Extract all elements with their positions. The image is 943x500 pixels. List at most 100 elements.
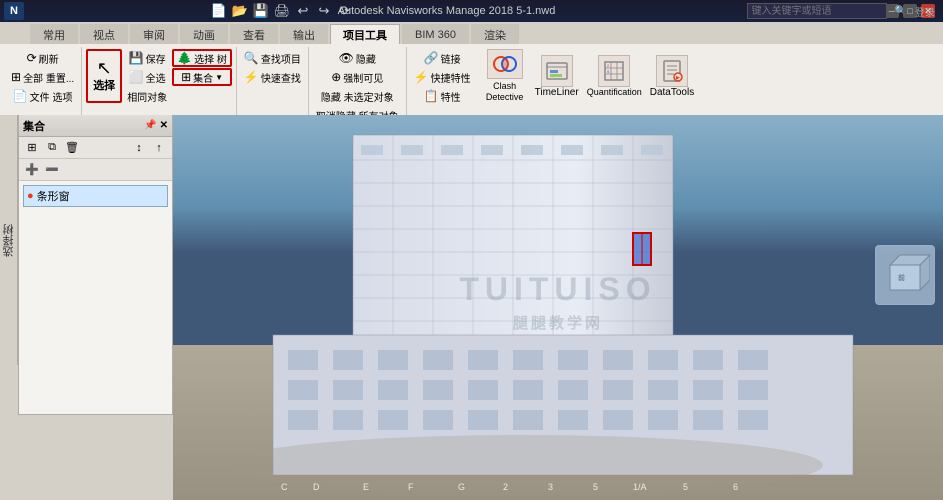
- sets-delete-btn[interactable]: 🗑: [63, 139, 81, 157]
- tab-animation[interactable]: 动画: [180, 24, 228, 44]
- print-btn[interactable]: 🖨: [273, 2, 291, 20]
- quick-props-icon: ⚡: [414, 71, 429, 83]
- refresh-icon: ⟳: [27, 52, 37, 64]
- file-options-label: 文件 选项: [30, 89, 73, 104]
- sets-panel-header: 集合 📌 ✕: [19, 115, 172, 137]
- sets-new-btn[interactable]: ⊞: [23, 139, 41, 157]
- svg-text:3: 3: [548, 482, 553, 492]
- tab-output[interactable]: 输出: [280, 24, 328, 44]
- tab-review[interactable]: 审阅: [130, 24, 178, 44]
- save-label: 保存: [146, 51, 166, 66]
- tab-project-tools[interactable]: 项目工具: [330, 24, 400, 44]
- tab-viewpoint[interactable]: 视点: [80, 24, 128, 44]
- svg-text:C: C: [281, 482, 288, 492]
- select-label: 选择: [93, 77, 115, 93]
- login-btn[interactable]: 登录: [915, 4, 935, 19]
- open-btn[interactable]: 📂: [231, 2, 249, 20]
- left-panel-label: 选择树: [1, 224, 17, 257]
- force-visible-icon: ⊕: [331, 71, 341, 83]
- svg-text:G: G: [458, 482, 465, 492]
- tree-item-curtain-window[interactable]: ● 条形窗: [23, 185, 168, 207]
- similar-label: 相同对象: [127, 89, 167, 104]
- hide-unselected-button[interactable]: 隐藏 未选定对象: [313, 87, 402, 105]
- quick-properties-button[interactable]: ⚡ 快捷特性: [411, 68, 474, 86]
- sync-btn[interactable]: ⟳: [336, 2, 354, 20]
- force-visible-button[interactable]: ⊕ 强制可见: [313, 68, 402, 86]
- set-button[interactable]: ⊞ 集合 ▼: [172, 68, 232, 86]
- quantification-button[interactable]: 2 5 Quantification: [584, 49, 645, 103]
- nav-cube[interactable]: 前: [875, 245, 935, 305]
- select-tree-button[interactable]: 🌲 选择 树: [172, 49, 232, 67]
- quick-find-button[interactable]: ⚡ 快速查找: [241, 68, 304, 86]
- building-svg: C D E F G 2 3 5 1/A 5 6: [173, 115, 943, 500]
- clash-detective-icon: [487, 49, 523, 79]
- redo-btn[interactable]: ↪: [315, 2, 333, 20]
- svg-text:5: 5: [593, 482, 598, 492]
- datatools-button[interactable]: ▶ DataTools: [647, 49, 697, 103]
- sets-panel-title: 集合: [23, 118, 45, 134]
- new-btn[interactable]: 📄: [210, 2, 228, 20]
- similar-button[interactable]: 相同对象: [124, 87, 170, 105]
- sets-panel: 集合 📌 ✕ ⊞ ⧉ 🗑 ↕ ↑ ➕ ➖ ● 条形窗: [18, 115, 173, 415]
- all-select-button[interactable]: ⬜ 全选: [124, 68, 170, 86]
- tab-bim360[interactable]: BIM 360: [402, 24, 469, 44]
- save-button[interactable]: 💾 保存: [124, 49, 170, 67]
- search-icon: 🔍: [895, 6, 907, 17]
- 3d-viewport[interactable]: C D E F G 2 3 5 1/A 5 6 TUITUISO 腿腿教学网 前: [173, 115, 943, 500]
- sets-remove-sel-btn[interactable]: ➖: [43, 161, 61, 179]
- all-reset-icon: ⊞: [11, 71, 21, 83]
- sets-add-sel-btn[interactable]: ➕: [23, 161, 41, 179]
- set-icon: ⊞: [181, 71, 191, 83]
- sets-pin-icon[interactable]: 📌: [144, 120, 156, 131]
- hide-icon: 👁: [339, 52, 354, 64]
- undo-btn[interactable]: ↩: [294, 2, 312, 20]
- all-label: 全选: [146, 70, 166, 85]
- sets-toolbar-2: ➕ ➖: [19, 159, 172, 181]
- quick-find-label: 快速查找: [261, 70, 301, 85]
- sets-copy-btn[interactable]: ⧉: [43, 139, 61, 157]
- find-label: 查找项目: [261, 51, 301, 66]
- tab-common[interactable]: 常用: [30, 24, 78, 44]
- clash-detective-button[interactable]: ClashDetective: [480, 49, 530, 103]
- hide-button[interactable]: 👁 隐藏: [313, 49, 402, 67]
- hide-label: 隐藏: [356, 51, 376, 66]
- find-items-button[interactable]: 🔍 查找项目: [241, 49, 304, 67]
- app-logo[interactable]: N: [4, 2, 24, 20]
- svg-text:E: E: [363, 482, 369, 492]
- ribbon-group-inner-visibility: 👁 隐藏 ⊕ 强制可见 隐藏 未选定对象 取消隐藏 所有对象: [313, 49, 402, 124]
- save-btn[interactable]: 💾: [252, 2, 270, 20]
- svg-text:前: 前: [898, 273, 905, 282]
- link-button[interactable]: 🔗 链接: [411, 49, 474, 67]
- sets-close-icon[interactable]: ✕: [160, 120, 168, 131]
- tree-icon: 🌲: [177, 52, 192, 64]
- all-reset-label: 全部 重置...: [23, 70, 74, 85]
- timeliner-label: TimeLiner: [535, 87, 579, 98]
- quick-find-icon: ⚡: [244, 71, 259, 83]
- svg-text:5: 5: [683, 482, 688, 492]
- clash-detective-label: ClashDetective: [486, 81, 524, 103]
- select-button[interactable]: ↖ 选择: [86, 49, 122, 103]
- tab-view[interactable]: 查看: [230, 24, 278, 44]
- title-bar: N 📄 📂 💾 🖨 ↩ ↪ ⟳ Autodesk Navisworks Mana…: [0, 0, 943, 22]
- sets-up-btn[interactable]: ↑: [150, 139, 168, 157]
- refresh-label: 刷新: [39, 51, 59, 66]
- set-label: 集合: [193, 70, 213, 85]
- properties-icon: 📋: [424, 90, 439, 102]
- sets-sort-btn[interactable]: ↕: [130, 139, 148, 157]
- quantification-label: Quantification: [587, 87, 642, 97]
- timeliner-icon: [541, 55, 573, 87]
- properties-label: 特性: [441, 89, 461, 104]
- timeliner-button[interactable]: TimeLiner: [532, 49, 582, 103]
- quantification-icon: 2 5: [598, 55, 630, 87]
- file-options-button[interactable]: 📄 文件 选项: [8, 87, 77, 105]
- search-input[interactable]: [747, 3, 887, 19]
- all-reset-button[interactable]: ⊞ 全部 重置...: [8, 68, 77, 86]
- ribbon-tab-bar: 常用 视点 审阅 动画 查看 输出 项目工具 BIM 360 渲染: [0, 22, 943, 44]
- tab-render[interactable]: 渲染: [471, 24, 519, 44]
- login-area: 🔍 登录: [747, 0, 943, 22]
- svg-text:2: 2: [503, 482, 508, 492]
- properties-button[interactable]: 📋 特性: [411, 87, 474, 105]
- quick-access-toolbar: 📄 📂 💾 🖨 ↩ ↪ ⟳: [210, 0, 354, 22]
- sets-tree: ● 条形窗: [19, 181, 172, 211]
- refresh-button[interactable]: ⟳ 刷新: [8, 49, 77, 67]
